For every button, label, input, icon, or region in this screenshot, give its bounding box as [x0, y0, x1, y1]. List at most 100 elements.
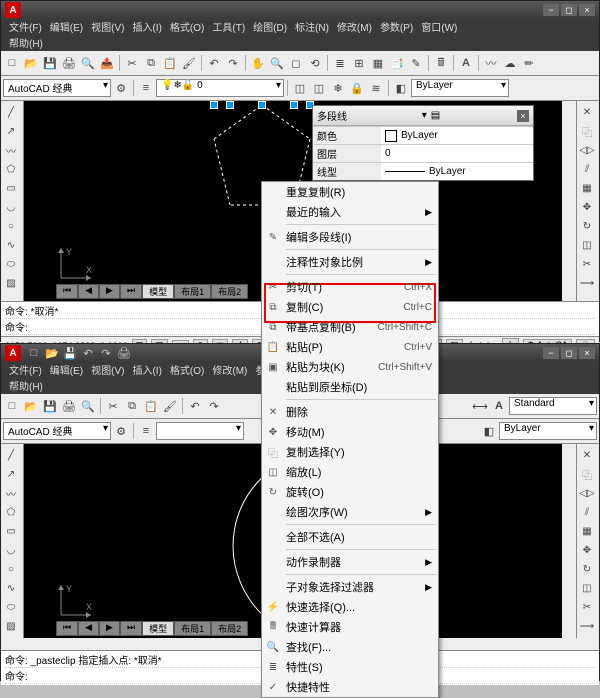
layer-dropdown[interactable]: 💡❄🔓 0 — [156, 79, 284, 97]
props-icon[interactable]: ≣ — [331, 54, 349, 72]
trim-icon[interactable]: ✂ — [577, 598, 597, 616]
close-button[interactable]: × — [579, 4, 595, 16]
vscrollbar[interactable] — [562, 444, 576, 638]
menuitem-[interactable]: ✓快捷特性 — [262, 677, 438, 697]
menuitem-C[interactable]: ⧉复制(C)Ctrl+C — [262, 297, 438, 317]
workspace-dropdown[interactable]: AutoCAD 经典 — [3, 79, 111, 97]
close-button[interactable]: × — [579, 347, 595, 359]
arc-icon[interactable]: ◡ — [1, 541, 21, 559]
menuitem-Y[interactable]: ⿻复制选择(Y) — [262, 442, 438, 462]
match-icon[interactable]: 🖌 — [161, 397, 179, 415]
menuitem-[interactable]: ✕删除 — [262, 402, 438, 422]
menu-dim[interactable]: 标注(N) — [291, 19, 333, 35]
qprops-val[interactable]: ByLayer — [381, 127, 533, 144]
qundo-icon[interactable]: ↶ — [79, 344, 97, 362]
dc-icon[interactable]: ⊞ — [350, 54, 368, 72]
restore-button[interactable]: ◻ — [561, 347, 577, 359]
menuitem-W[interactable]: 绘图次序(W)▶ — [262, 502, 438, 522]
dim-icon[interactable]: ⟷ — [471, 397, 489, 415]
menuitem-K[interactable]: ▣粘贴为块(K)Ctrl+Shift+V — [262, 357, 438, 377]
tab-nav-next[interactable]: ▶ — [99, 621, 120, 636]
menu-tools[interactable]: 工具(T) — [208, 19, 249, 35]
grip[interactable] — [258, 101, 266, 109]
layeroff-icon[interactable]: ◫ — [310, 79, 328, 97]
close-icon[interactable]: × — [517, 110, 529, 122]
qredo-icon[interactable]: ↷ — [97, 344, 115, 362]
erase-icon[interactable]: ✕ — [577, 103, 597, 121]
qprops-val[interactable]: ByLayer — [381, 163, 533, 180]
match-icon[interactable]: 🖌 — [180, 54, 198, 72]
menu-help[interactable]: 帮助(H) — [5, 378, 47, 394]
copy2-icon[interactable]: ⿻ — [577, 465, 597, 483]
quick-properties[interactable]: 多段线 ▾ ▤ × 颜色ByLayer 图层0 线型ByLayer — [312, 105, 534, 181]
xline-icon[interactable]: ↗ — [1, 122, 21, 140]
mark-icon[interactable]: ✎ — [407, 54, 425, 72]
paste-icon[interactable]: 📋 — [142, 397, 160, 415]
color-icon[interactable]: ◧ — [480, 422, 498, 440]
menuitem-L[interactable]: ◫缩放(L) — [262, 462, 438, 482]
new-icon[interactable]: □ — [3, 54, 21, 72]
tab-model[interactable]: 模型 — [142, 621, 174, 636]
menu-edit[interactable]: 编辑(E) — [46, 362, 87, 378]
spline-icon[interactable]: ∿ — [1, 236, 21, 254]
menu-view[interactable]: 视图(V) — [87, 362, 128, 378]
xline-icon[interactable]: ↗ — [1, 465, 21, 483]
array-icon[interactable]: ▦ — [577, 522, 597, 540]
bylayer-dropdown[interactable]: ByLayer — [411, 79, 509, 97]
copy2-icon[interactable]: ⿻ — [577, 122, 597, 140]
open-icon[interactable]: 📂 — [22, 397, 40, 415]
menuitem-B[interactable]: ⧉带基点复制(B)Ctrl+Shift+C — [262, 317, 438, 337]
extend-icon[interactable]: ⟶ — [577, 617, 597, 635]
menuitem-Q[interactable]: ⚡快速选择(Q)... — [262, 597, 438, 617]
layer-states-icon[interactable]: ≡ — [137, 79, 155, 97]
cut-icon[interactable]: ✂ — [123, 54, 141, 72]
menuitem-[interactable]: 最近的输入▶ — [262, 202, 438, 222]
menuitem-R[interactable]: 重复复制(R) — [262, 182, 438, 202]
revcloud-icon[interactable]: ☁ — [501, 54, 519, 72]
layer-states-icon[interactable]: ≡ — [137, 422, 155, 440]
menu-file[interactable]: 文件(F) — [5, 362, 46, 378]
publish-icon[interactable]: 📤 — [98, 54, 116, 72]
tp-icon[interactable]: ▦ — [369, 54, 387, 72]
erase-icon[interactable]: ✕ — [577, 446, 597, 464]
menu-format[interactable]: 格式(O) — [166, 362, 208, 378]
layer-dropdown[interactable] — [156, 422, 244, 440]
pencil-icon[interactable]: ✏ — [520, 54, 538, 72]
menu-view[interactable]: 视图(V) — [87, 19, 128, 35]
menuitem-[interactable]: 🖩快速计算器 — [262, 617, 438, 637]
ssm-icon[interactable]: 📑 — [388, 54, 406, 72]
menu-edit[interactable]: 编辑(E) — [46, 19, 87, 35]
pan-icon[interactable]: ✋ — [249, 54, 267, 72]
tab-nav-next[interactable]: ▶ — [99, 284, 120, 299]
calc-icon[interactable]: 🖩 — [432, 54, 450, 72]
menuitem-A[interactable]: 全部不选(A) — [262, 527, 438, 547]
circle-icon[interactable]: ○ — [1, 560, 21, 578]
menuitem-M[interactable]: ✥移动(M) — [262, 422, 438, 442]
rect-icon[interactable]: ▭ — [1, 179, 21, 197]
cut-icon[interactable]: ✂ — [104, 397, 122, 415]
restore-button[interactable]: ◻ — [561, 4, 577, 16]
standard-dropdown[interactable]: Standard — [509, 397, 597, 415]
menu-file[interactable]: 文件(F) — [5, 19, 46, 35]
text-a-icon[interactable]: A — [457, 54, 475, 72]
menuitem-D[interactable]: 粘贴到原坐标(D) — [262, 377, 438, 397]
preview-icon[interactable]: 🔍 — [79, 54, 97, 72]
rotate-icon[interactable]: ↻ — [577, 217, 597, 235]
print-icon[interactable]: 🖨 — [60, 397, 78, 415]
extend-icon[interactable]: ⟶ — [577, 274, 597, 292]
qprint-icon[interactable]: 🖨 — [115, 344, 133, 362]
zoom-icon[interactable]: 🔍 — [268, 54, 286, 72]
polygon-icon[interactable]: ⬠ — [1, 160, 21, 178]
tab-layout2[interactable]: 布局2 — [211, 621, 248, 636]
array-icon[interactable]: ▦ — [577, 179, 597, 197]
menuitem-F[interactable]: 🔍查找(F)... — [262, 637, 438, 657]
preview-icon[interactable]: 🔍 — [79, 397, 97, 415]
polygon-icon[interactable]: ⬠ — [1, 503, 21, 521]
minimize-button[interactable]: − — [543, 347, 559, 359]
text-a-icon[interactable]: A — [490, 397, 508, 415]
copy-icon[interactable]: ⧉ — [123, 397, 141, 415]
menu-insert[interactable]: 插入(I) — [128, 19, 165, 35]
tab-layout1[interactable]: 布局1 — [174, 284, 211, 299]
layermatch-icon[interactable]: ≋ — [367, 79, 385, 97]
menu-draw[interactable]: 绘图(D) — [249, 19, 291, 35]
